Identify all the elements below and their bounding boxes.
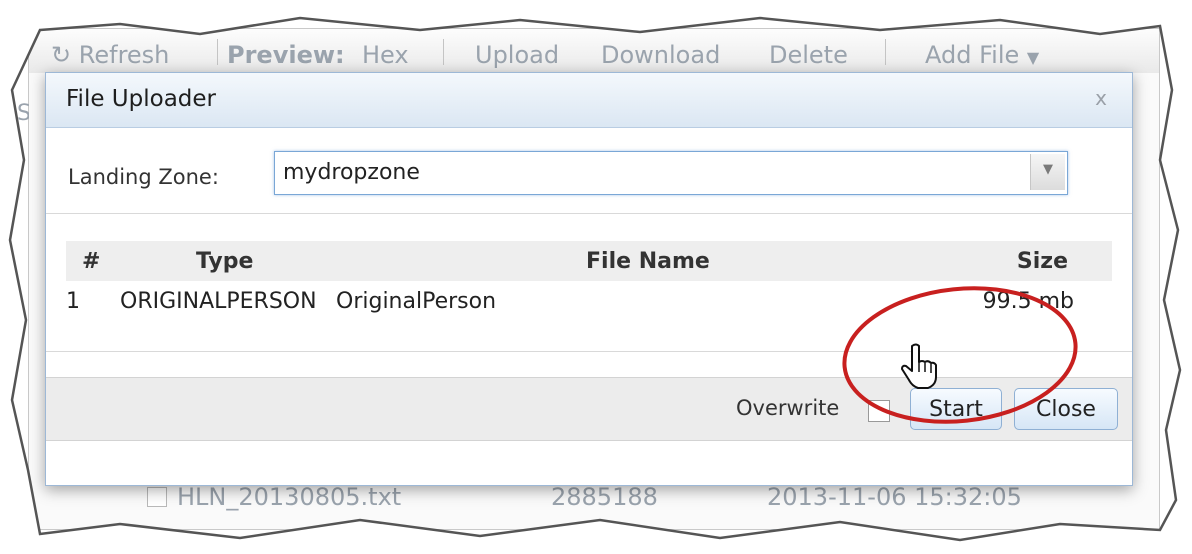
- background-file-date: 2013-11: [767, 525, 868, 553]
- refresh-button[interactable]: ↻ Refresh: [51, 41, 169, 69]
- row-type: ORIGINALPERSON: [120, 289, 317, 314]
- overwrite-label: Overwrite: [736, 396, 840, 420]
- header-type: Type: [196, 249, 254, 274]
- landing-zone-select[interactable]: mydropzone ▼: [274, 151, 1068, 195]
- hex-button[interactable]: Hex: [362, 41, 409, 69]
- row-file-name: OriginalPerson: [336, 289, 497, 314]
- header-file-name: File Name: [586, 249, 710, 274]
- dialog-title-bar[interactable]: File Uploader x: [46, 73, 1132, 128]
- header-index: #: [82, 249, 101, 274]
- close-icon[interactable]: x: [1088, 85, 1114, 111]
- download-button[interactable]: Download: [601, 41, 720, 69]
- row-checkbox[interactable]: [147, 487, 167, 507]
- dropdown-button[interactable]: ▼: [1030, 154, 1065, 190]
- toolbar-divider: [217, 39, 218, 65]
- refresh-icon: ↻: [51, 41, 72, 69]
- background-toolbar: ↻ Refresh Preview: Hex Upload Download D…: [29, 29, 1159, 74]
- background-file-name: HLN_20130805.txt: [177, 483, 402, 511]
- chevron-down-icon: ▼: [1043, 162, 1053, 177]
- toolbar-divider: [443, 39, 444, 65]
- dialog-title: File Uploader: [66, 86, 216, 112]
- landing-zone-value: mydropzone: [283, 160, 420, 185]
- delete-button[interactable]: Delete: [769, 41, 848, 69]
- row-checkbox[interactable]: [147, 529, 167, 549]
- row-index: 1: [66, 289, 80, 314]
- landing-zone-row: Landing Zone: mydropzone ▼: [46, 127, 1132, 214]
- upload-button[interactable]: Upload: [475, 41, 559, 69]
- background-file-date: 2013-11-06 15:32:05: [767, 483, 1022, 511]
- landing-zone-label: Landing Zone:: [68, 165, 219, 189]
- highlight-ring: [842, 286, 1078, 424]
- header-size: Size: [1016, 249, 1068, 274]
- toolbar-divider: [885, 39, 886, 65]
- background-file-size: 2885188: [551, 483, 658, 511]
- add-file-button[interactable]: Add File ▼: [925, 41, 1039, 69]
- hand-cursor-icon: [901, 343, 937, 389]
- chevron-down-icon: ▼: [1026, 48, 1040, 67]
- file-table-header: # Type File Name Size: [66, 241, 1112, 281]
- preview-label: Preview:: [227, 41, 345, 69]
